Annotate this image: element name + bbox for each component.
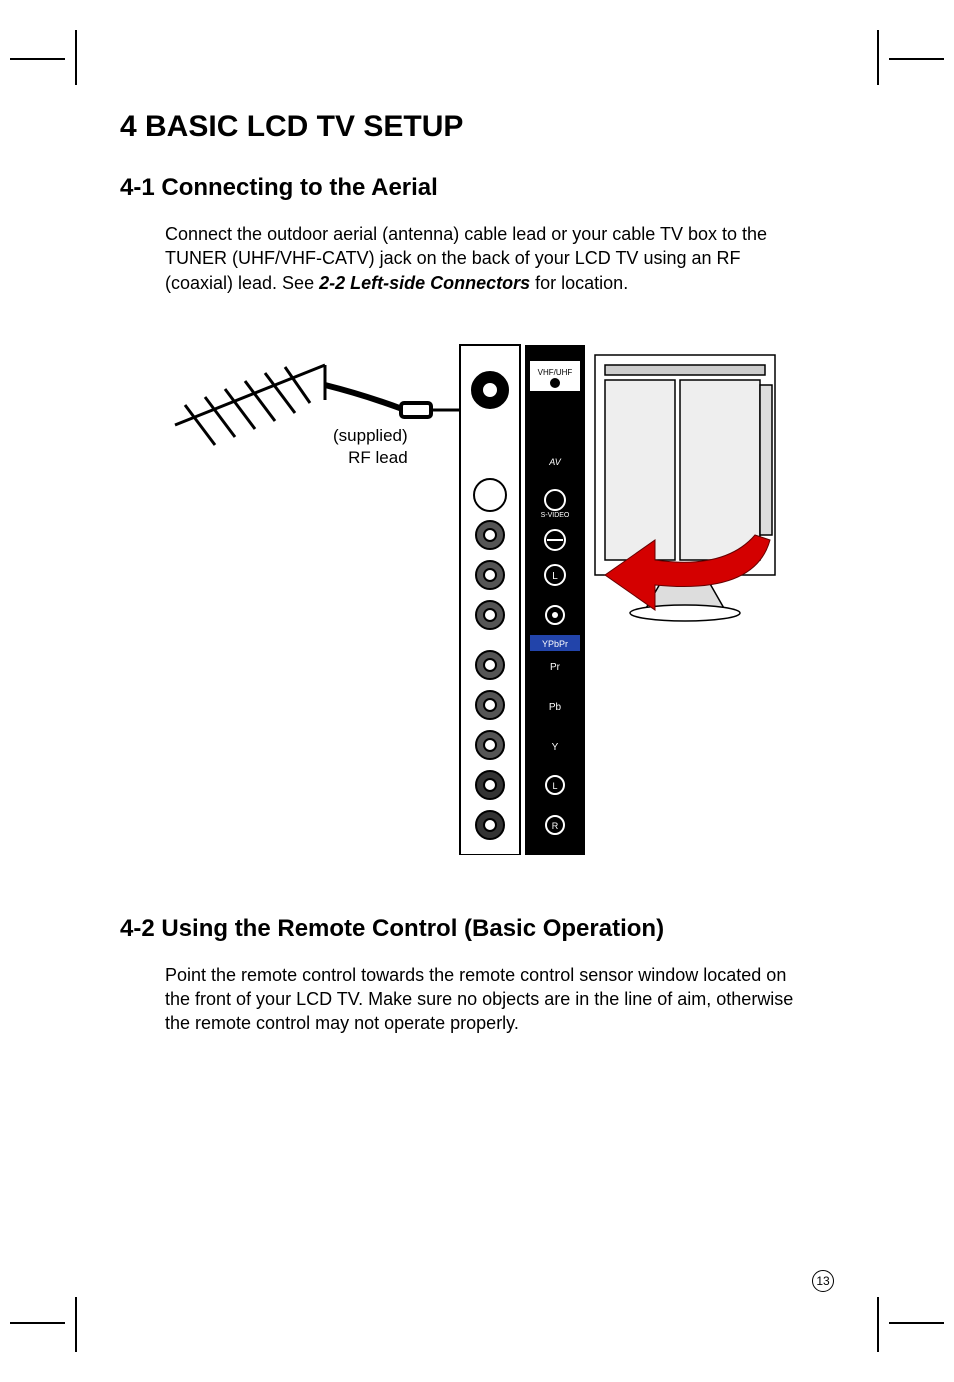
svg-text:Y: Y <box>552 742 559 753</box>
svg-text:YPbPr: YPbPr <box>542 639 568 649</box>
caption-line: (supplied) <box>333 425 408 447</box>
section-heading: 4-2 Using the Remote Control (Basic Oper… <box>120 915 834 943</box>
connector-labels-strip: VHF/UHF AV S-VIDEO L YPbPr Pr Pb Y L R <box>525 345 585 855</box>
page-content: 4 BASIC LCD TV SETUP 4-1 Connecting to t… <box>80 70 874 1302</box>
svg-text:VHF/UHF: VHF/UHF <box>538 368 573 377</box>
svg-text:Pb: Pb <box>549 702 562 713</box>
antenna-icon <box>175 365 325 445</box>
aerial-connection-diagram: (supplied) RF lead <box>165 325 785 855</box>
svg-text:L: L <box>552 781 557 791</box>
figure-caption: (supplied) RF lead <box>333 425 408 469</box>
svg-text:L: L <box>552 571 558 582</box>
caption-line: RF lead <box>333 447 408 469</box>
chapter-heading: 4 BASIC LCD TV SETUP <box>120 110 834 144</box>
section2-paragraph: Point the remote control towards the rem… <box>165 963 805 1036</box>
svg-text:S-VIDEO: S-VIDEO <box>541 512 570 519</box>
diagram-svg: VHF/UHF AV S-VIDEO L YPbPr Pr Pb Y L R <box>165 325 785 855</box>
page-number: 13 <box>812 1270 834 1292</box>
section-heading: 4-1 Connecting to the Aerial <box>120 174 834 202</box>
svg-text:AV: AV <box>548 457 562 467</box>
svg-text:R: R <box>552 821 559 831</box>
connector-panel-left <box>460 345 520 855</box>
svg-text:Pr: Pr <box>550 662 561 673</box>
section1-paragraph: Connect the outdoor aerial (antenna) cab… <box>165 222 805 295</box>
rf-cable-icon <box>325 385 465 417</box>
para-text: for location. <box>530 273 628 293</box>
cross-reference: 2-2 Left-side Connectors <box>319 273 530 293</box>
